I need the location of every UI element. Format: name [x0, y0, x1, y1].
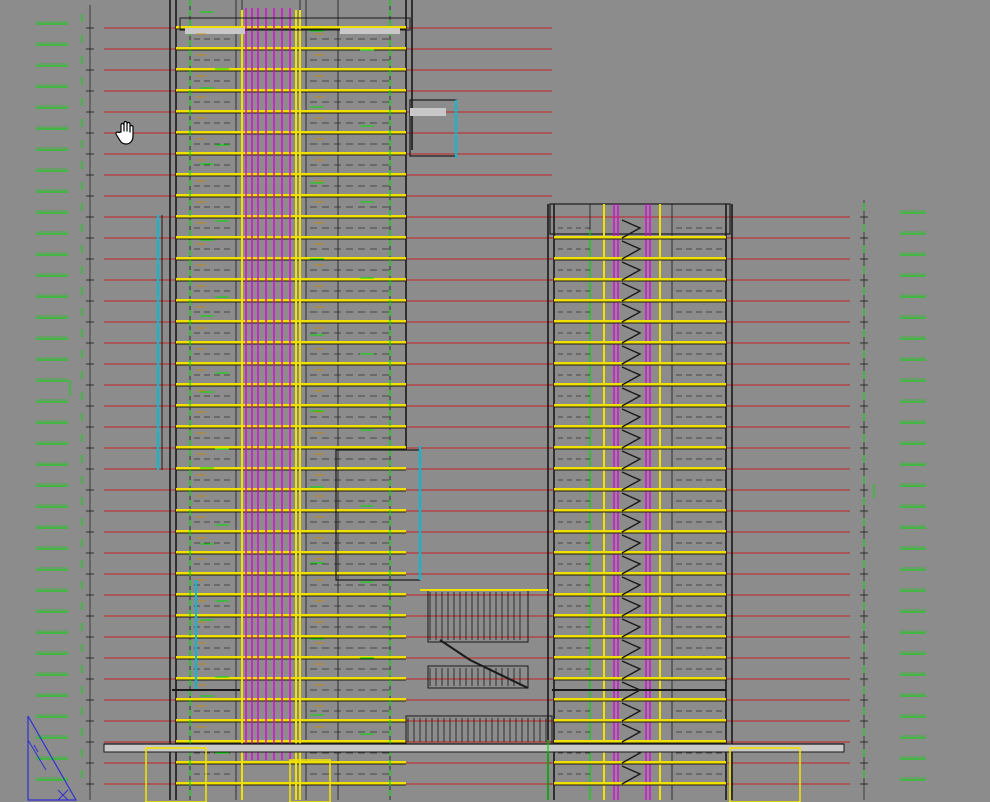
drawing-background [0, 0, 990, 802]
cantilever-slab [410, 108, 446, 116]
cad-section-drawing[interactable] [0, 0, 990, 802]
pan-hand-icon [115, 120, 134, 145]
roof-slab [340, 28, 400, 34]
roof-slab [185, 28, 245, 34]
